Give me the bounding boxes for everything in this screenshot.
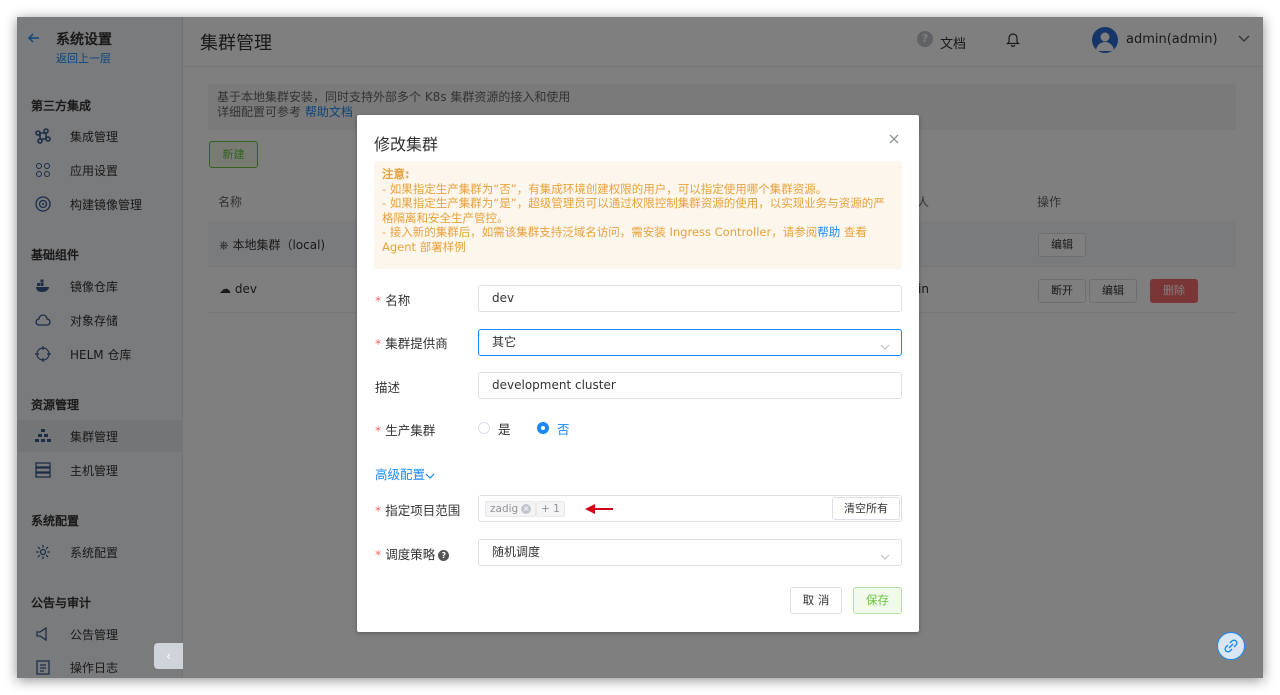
radio-label: 是 [498,421,511,437]
notice-line: - 接入新的集群后，如需该集群支持泛域名访问，需安装 Ingress Contr… [382,225,894,254]
link-icon[interactable] [1217,632,1245,660]
notice-box: 注意: - 如果指定生产集群为“否”，有集成环境创建权限的用户，可以指定使用哪个… [374,161,902,269]
project-scope-select[interactable]: zadig × + 1 清空所有 [478,495,902,522]
provider-value: 其它 [492,335,517,349]
provider-select[interactable]: 其它 [478,329,902,356]
sidebar-collapse-button[interactable]: ‹ [154,643,183,669]
tag-more-count: + 1 [536,501,565,517]
description-label: 描述 [375,380,401,395]
notice-line: - 如果指定生产集群为“是”，超级管理员可以通过权限控制集群资源的使用，以实现业… [382,196,885,225]
name-label: * 名称 [375,293,411,308]
clear-all-button[interactable]: 清空所有 [832,497,900,520]
tag-zadig: zadig × [485,501,537,517]
production-label: * 生产集群 [375,423,436,438]
tag-close-icon[interactable]: × [521,504,532,514]
chevron-down-icon [879,337,891,350]
cancel-button[interactable]: 取 消 [790,587,842,614]
name-input[interactable]: dev [478,285,902,312]
question-icon[interactable]: ? [438,550,450,561]
description-input[interactable]: development cluster [478,372,902,399]
help-link[interactable]: 帮助 [817,225,840,239]
red-arrow-annotation [585,503,613,514]
save-button[interactable]: 保存 [853,587,902,614]
advanced-label: 高级配置 [375,467,426,482]
notice-line: - 如果指定生产集群为“否”，有集成环境创建权限的用户，可以指定使用哪个集群资源… [382,181,828,196]
chevron-down-icon [879,547,891,560]
schedule-value: 随机调度 [492,545,541,559]
app-window: 系统设置 返回上一层 第三方集成 集成管理 应用设置 构建镜像管理 基础组件 镜… [17,17,1263,678]
chevron-down-icon [425,473,435,479]
provider-label: * 集群提供商 [375,336,448,351]
notice-title: 注意: [382,167,410,181]
close-icon[interactable] [888,133,900,145]
advanced-config-toggle[interactable]: 高级配置 [375,464,435,483]
radio-yes[interactable]: 是 [478,420,511,437]
project-scope-label: * 指定项目范围 [375,503,461,518]
schedule-label: * 调度策略? [375,544,450,563]
radio-circle-selected[interactable] [537,422,549,434]
edit-cluster-dialog: 修改集群 注意: - 如果指定生产集群为“否”，有集成环境创建权限的用户，可以指… [357,115,919,632]
radio-no[interactable]: 否 [537,420,570,437]
radio-label: 否 [557,421,570,437]
schedule-select[interactable]: 随机调度 [478,539,902,566]
radio-circle[interactable] [478,422,490,434]
dialog-title: 修改集群 [374,135,439,154]
notice-text: - 接入新的集群后，如需该集群支持泛域名访问，需安装 Ingress Contr… [382,225,818,239]
